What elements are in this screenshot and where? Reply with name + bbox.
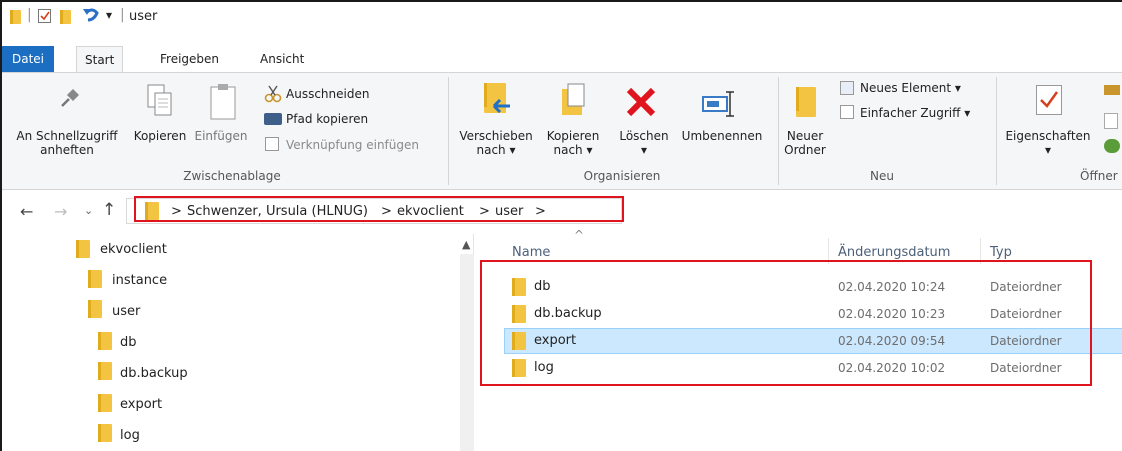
ribbon: An Schnellzugriff anheften Kopieren Einf… bbox=[2, 72, 1122, 190]
move-to-button[interactable]: Verschieben nach ▾ bbox=[454, 129, 538, 157]
delete-button[interactable]: Löschen ▾ bbox=[612, 129, 676, 157]
address-bar-row: ← → ⌄ ↑ > Schwenzer, Ursula (HLNUG) > ek… bbox=[2, 192, 1122, 232]
history-icon bbox=[1104, 139, 1120, 153]
cut-icon bbox=[264, 85, 282, 106]
column-date[interactable]: Änderungsdatum bbox=[838, 245, 950, 260]
open-icon bbox=[1104, 85, 1120, 95]
new-folder-icon bbox=[796, 87, 816, 117]
folder-icon bbox=[76, 240, 90, 258]
column-type[interactable]: Typ bbox=[990, 245, 1012, 260]
delete-label: Löschen bbox=[619, 129, 669, 143]
copy-icon bbox=[146, 83, 174, 124]
copy-path-button[interactable]: Pfad kopieren bbox=[286, 112, 368, 126]
copy-to-label-2: nach ▾ bbox=[553, 143, 593, 157]
address-highlight-box bbox=[134, 196, 624, 222]
pin-icon bbox=[57, 85, 83, 114]
tab-datei[interactable]: Datei bbox=[2, 46, 55, 72]
nav-item-db[interactable]: db bbox=[120, 335, 137, 350]
new-item-button[interactable]: Neues Element ▾ bbox=[860, 81, 961, 95]
group-separator bbox=[778, 77, 779, 185]
new-folder-button[interactable]: Neuer Ordner bbox=[782, 129, 828, 157]
rename-button[interactable]: Umbenennen bbox=[676, 129, 768, 143]
back-icon[interactable]: ← bbox=[20, 202, 33, 221]
navigation-pane bbox=[2, 234, 474, 451]
folder-icon bbox=[88, 300, 102, 318]
clipboard-group-label: Zwischenablage bbox=[183, 169, 281, 183]
pin-label-line2: anheften bbox=[40, 143, 94, 157]
paste-button[interactable]: Einfügen bbox=[190, 129, 252, 143]
shortcut-icon bbox=[265, 137, 279, 151]
window-title: user bbox=[129, 9, 158, 24]
organize-group-label: Organisieren bbox=[583, 169, 661, 183]
properties-arrow: ▾ bbox=[1044, 143, 1052, 157]
group-separator bbox=[448, 77, 449, 185]
nav-item-ekvoclient[interactable]: ekvoclient bbox=[100, 242, 167, 257]
copy-path-icon bbox=[264, 113, 282, 125]
delete-icon bbox=[624, 85, 658, 122]
group-separator bbox=[996, 77, 997, 185]
recent-dropdown-icon[interactable]: ⌄ bbox=[84, 204, 93, 217]
edit-icon bbox=[1104, 113, 1118, 129]
up-icon[interactable]: ↑ bbox=[102, 200, 116, 220]
column-name[interactable]: Name bbox=[512, 245, 550, 260]
nav-item-log[interactable]: log bbox=[120, 428, 140, 443]
tab-freigeben[interactable]: Freigeben bbox=[152, 46, 227, 72]
properties-qa-icon[interactable] bbox=[38, 9, 51, 23]
move-arrow-icon bbox=[492, 98, 512, 116]
paste-shortcut-button[interactable]: Verknüpfung einfügen bbox=[286, 138, 419, 152]
nav-item-instance[interactable]: instance bbox=[112, 273, 167, 288]
nav-item-export[interactable]: export bbox=[120, 397, 162, 412]
properties-icon bbox=[1036, 85, 1062, 115]
copy-to-button[interactable]: Kopieren nach ▾ bbox=[538, 129, 608, 157]
rename-icon bbox=[702, 91, 738, 120]
new-folder-qa-icon[interactable] bbox=[60, 10, 71, 24]
pin-label-line1: An Schnellzugriff bbox=[16, 129, 118, 143]
qa-dropdown-icon[interactable]: ▾ bbox=[106, 8, 112, 22]
file-list-highlight-box bbox=[480, 260, 1092, 386]
new-folder-label-1: Neuer bbox=[786, 129, 824, 143]
copy-button[interactable]: Kopieren bbox=[132, 129, 188, 143]
forward-icon[interactable]: → bbox=[54, 202, 67, 221]
pin-quick-access-button[interactable]: An Schnellzugriff anheften bbox=[2, 129, 132, 157]
nav-scrollbar[interactable] bbox=[460, 254, 474, 451]
tab-start[interactable]: Start bbox=[76, 46, 124, 73]
properties-button[interactable]: Eigenschaften ▾ bbox=[998, 129, 1098, 157]
delete-arrow: ▾ bbox=[640, 143, 648, 157]
explorer-window: | ▾ | user Datei Start Freigeben Ansicht… bbox=[0, 0, 1122, 451]
new-group-label: Neu bbox=[870, 169, 894, 183]
title-bar: | ▾ | user bbox=[2, 2, 1122, 30]
cut-button[interactable]: Ausschneiden bbox=[286, 87, 369, 101]
move-to-label-1: Verschieben bbox=[459, 129, 533, 143]
ribbon-tabs: Datei Start Freigeben Ansicht bbox=[2, 46, 1122, 73]
separator: | bbox=[27, 7, 32, 23]
new-folder-label-2: Ordner bbox=[784, 143, 826, 157]
folder-icon bbox=[98, 332, 112, 350]
open-group-label: Öffner bbox=[1080, 169, 1118, 183]
properties-label: Eigenschaften bbox=[1005, 129, 1091, 143]
tab-ansicht[interactable]: Ansicht bbox=[252, 46, 312, 72]
copy-to-label-1: Kopieren bbox=[546, 129, 600, 143]
separator: | bbox=[120, 7, 125, 23]
undo-icon[interactable] bbox=[82, 6, 100, 27]
folder-icon bbox=[10, 10, 21, 24]
folder-icon bbox=[88, 270, 102, 288]
folder-icon bbox=[98, 362, 112, 380]
nav-scroll-up-icon[interactable]: ▲ bbox=[462, 238, 470, 251]
nav-item-user[interactable]: user bbox=[112, 304, 140, 319]
new-item-icon bbox=[840, 81, 854, 95]
copy-to-icon bbox=[560, 83, 588, 124]
nav-item-db-backup[interactable]: db.backup bbox=[120, 366, 188, 381]
folder-icon bbox=[98, 424, 112, 442]
sort-indicator-icon: ^ bbox=[574, 228, 585, 242]
folder-icon bbox=[98, 394, 112, 412]
paste-icon bbox=[208, 83, 238, 126]
easy-access-button[interactable]: Einfacher Zugriff ▾ bbox=[860, 106, 970, 120]
move-to-label-2: nach ▾ bbox=[476, 143, 516, 157]
easy-access-icon bbox=[840, 105, 854, 119]
